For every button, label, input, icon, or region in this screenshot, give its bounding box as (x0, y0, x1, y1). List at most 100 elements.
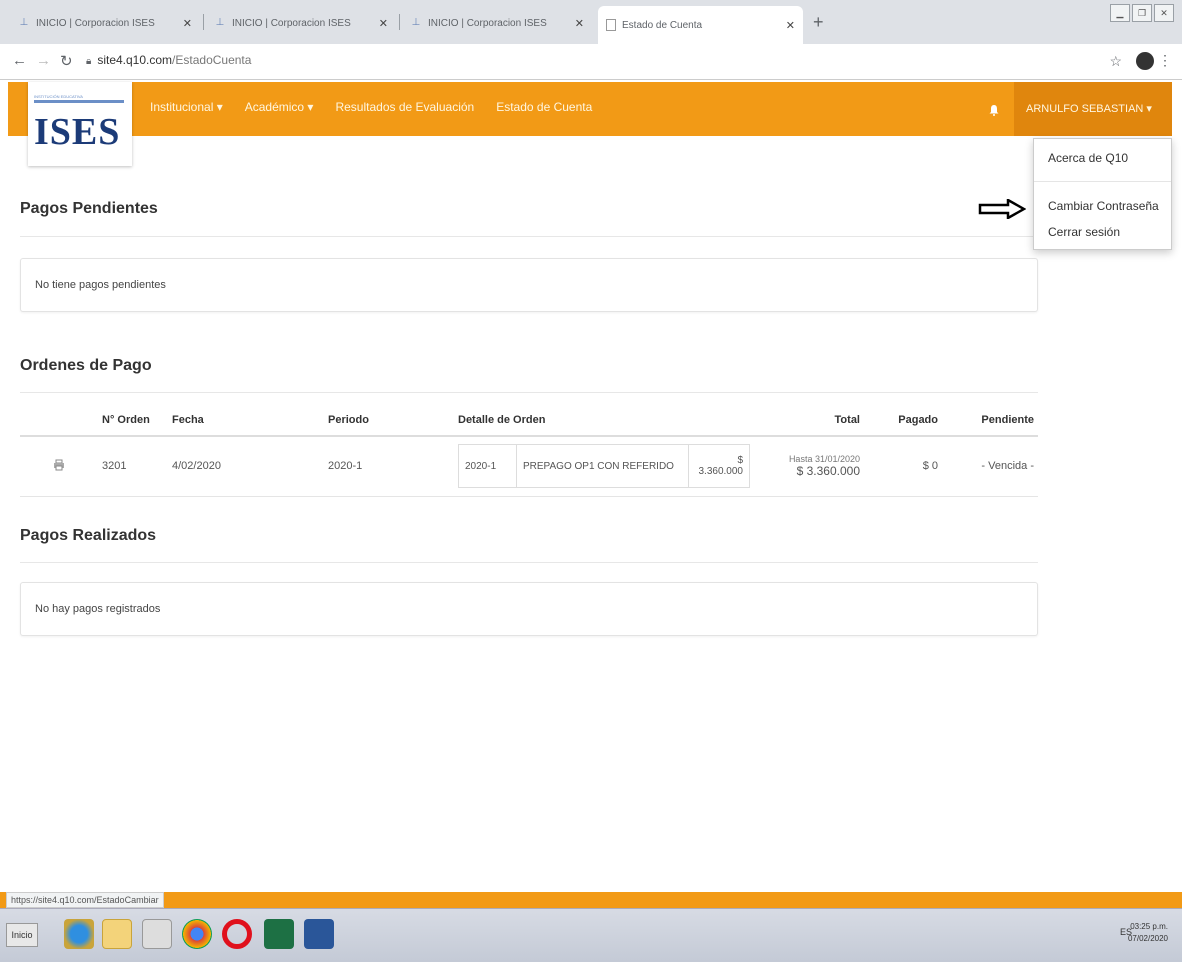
orden-pendiente-status: - Vencida - (942, 436, 1038, 497)
menu-divider (1034, 181, 1171, 182)
word-icon[interactable] (304, 919, 334, 949)
clock-date: 07/02/2020 (1127, 934, 1168, 943)
pagos-realizados-panel: No hay pagos registrados (20, 582, 1038, 636)
divider (20, 236, 1038, 237)
col-total: Total (754, 404, 864, 437)
divider (20, 562, 1038, 563)
system-clock[interactable]: 03:25 p.m. 07/02/2020 (1128, 921, 1168, 945)
logo-text: ISES (34, 111, 121, 153)
menu-item-cerrar-sesion[interactable]: Cerrar sesión (1048, 225, 1120, 239)
orden-pagado: $ 0 (864, 436, 942, 497)
site-favicon-icon: ⊥ (19, 17, 29, 28)
logo-rule (34, 100, 124, 103)
restore-icon[interactable]: ❐ (1132, 4, 1152, 22)
url-path: /EstadoCuenta (172, 53, 252, 67)
page-icon (606, 19, 616, 31)
nav-resultados[interactable]: Resultados de Evaluación (335, 100, 474, 114)
pagos-realizados-empty: No hay pagos registrados (35, 603, 161, 615)
detalle-descripcion: PREPAGO OP1 CON REFERIDO (517, 445, 689, 488)
reload-icon[interactable]: ↻ (60, 52, 73, 70)
site-favicon-icon: ⊥ (411, 17, 421, 28)
orden-periodo: 2020-1 (324, 436, 454, 497)
profile-avatar-icon[interactable] (1136, 52, 1154, 70)
close-icon[interactable]: ✕ (183, 17, 192, 30)
menu-item-cambiar-contrasena[interactable]: Cambiar Contraseña (1048, 199, 1159, 213)
orden-total: $ 3.360.000 (796, 464, 860, 479)
url-host: site4.q10.com (97, 53, 173, 67)
chrome-icon[interactable] (182, 919, 212, 949)
tab-separator (399, 14, 400, 30)
browser-toolbar: ← → ↻ 🔒︎ site4.q10.com/EstadoCuenta ☆ ⋮ (0, 44, 1182, 80)
internet-explorer-icon[interactable] (64, 919, 94, 949)
tab-title: INICIO | Corporacion ISES (36, 17, 155, 29)
close-icon[interactable]: ✕ (786, 19, 795, 32)
col-pendiente: Pendiente (942, 404, 1038, 437)
bell-icon[interactable] (988, 104, 1000, 116)
col-periodo: Periodo (324, 404, 454, 437)
orden-hasta: Hasta 31/01/2020 (788, 454, 860, 465)
start-button[interactable]: Inicio (6, 923, 38, 947)
minimize-icon[interactable]: ▁ (1110, 4, 1130, 22)
menu-item-acerca[interactable]: Acerca de Q10 (1048, 151, 1128, 165)
nav-institucional[interactable]: Institucional ▾ (150, 100, 223, 114)
folder-icon[interactable] (102, 919, 132, 949)
col-pagado: Pagado (864, 404, 942, 437)
ordenes-table: N° Orden Fecha Periodo Detalle de Orden … (20, 404, 1038, 497)
detalle-valor: 3.360.000 (698, 466, 744, 478)
print-icon[interactable] (53, 459, 65, 471)
detalle-periodo: 2020-1 (459, 445, 517, 488)
tab-title: INICIO | Corporacion ISES (428, 17, 547, 29)
pagos-pendientes-title: Pagos Pendientes (20, 200, 158, 217)
orden-number: 3201 (98, 436, 168, 497)
ordenes-title: Ordenes de Pago (20, 357, 152, 374)
col-orden: N° Orden (98, 404, 168, 437)
site-favicon-icon: ⊥ (215, 17, 225, 28)
table-header-row: N° Orden Fecha Periodo Detalle de Orden … (20, 404, 1038, 437)
divider (20, 392, 1038, 393)
site-footer-bar (0, 892, 1182, 908)
tab-separator (203, 14, 204, 30)
forward-icon[interactable]: → (36, 52, 51, 69)
orden-fecha: 4/02/2020 (168, 436, 324, 497)
arrow-right-icon (978, 199, 1026, 219)
nav-estado-cuenta[interactable]: Estado de Cuenta (496, 100, 592, 114)
browser-tabstrip: ⊥ INICIO | Corporacion ISES ✕ ⊥ INICIO |… (0, 0, 1182, 44)
close-window-icon[interactable]: ✕ (1154, 4, 1174, 22)
tab-title: INICIO | Corporacion ISES (232, 17, 351, 29)
opera-icon[interactable] (222, 919, 252, 949)
site-logo[interactable]: INSTITUCIÓN EDUCATIVA ISES (28, 82, 132, 166)
user-menu-button[interactable]: ARNULFO SEBASTIAN ▾ (1014, 82, 1172, 136)
col-fecha: Fecha (168, 404, 324, 437)
pagos-realizados-title: Pagos Realizados (20, 527, 157, 544)
browser-tab-active[interactable]: Estado de Cuenta ✕ (598, 6, 803, 44)
lock-icon: 🔒︎ (86, 56, 92, 67)
clock-time: 03:25 p.m. (1130, 922, 1168, 931)
table-row: 3201 4/02/2020 2020-1 2020-1 PREPAGO OP1… (20, 436, 1038, 497)
col-detalle: Detalle de Orden (454, 404, 754, 437)
col-print (20, 404, 98, 437)
close-icon[interactable]: ✕ (379, 17, 388, 30)
excel-icon[interactable] (264, 919, 294, 949)
os-taskbar: Inicio ES 03:25 p.m. 07/02/2020 (0, 908, 1182, 962)
browser-tab[interactable]: ⊥ INICIO | Corporacion ISES ✕ (10, 8, 200, 38)
close-icon[interactable]: ✕ (575, 17, 584, 30)
user-dropdown: Acerca de Q10 Cambiar Contraseña Cerrar … (1033, 138, 1172, 250)
browser-tab[interactable]: ⊥ INICIO | Corporacion ISES ✕ (206, 8, 396, 38)
browser-status-url: https://site4.q10.com/EstadoCambiar (6, 892, 164, 908)
pagos-pendientes-panel: No tiene pagos pendientes (20, 258, 1038, 312)
pagos-pendientes-empty: No tiene pagos pendientes (35, 279, 166, 291)
nav-academico[interactable]: Académico ▾ (245, 100, 314, 114)
address-bar[interactable]: 🔒︎ site4.q10.com/EstadoCuenta (86, 53, 251, 67)
new-tab-button[interactable]: + (813, 12, 824, 33)
browser-menu-icon[interactable]: ⋮ (1158, 52, 1172, 69)
back-icon[interactable]: ← (12, 52, 27, 69)
detalle-valor-symbol: $ (737, 455, 743, 467)
media-player-icon[interactable] (142, 919, 172, 949)
window-controls: ▁ ❐ ✕ (1110, 4, 1174, 22)
bookmark-star-icon[interactable]: ☆ (1109, 53, 1122, 70)
orden-detalle: 2020-1 PREPAGO OP1 CON REFERIDO $ 3.360.… (458, 444, 750, 489)
browser-tab[interactable]: ⊥ INICIO | Corporacion ISES ✕ (402, 8, 592, 38)
tab-title: Estado de Cuenta (622, 19, 703, 31)
logo-tagline: INSTITUCIÓN EDUCATIVA (34, 94, 83, 99)
main-nav: Institucional ▾ Académico ▾ Resultados d… (150, 100, 592, 114)
